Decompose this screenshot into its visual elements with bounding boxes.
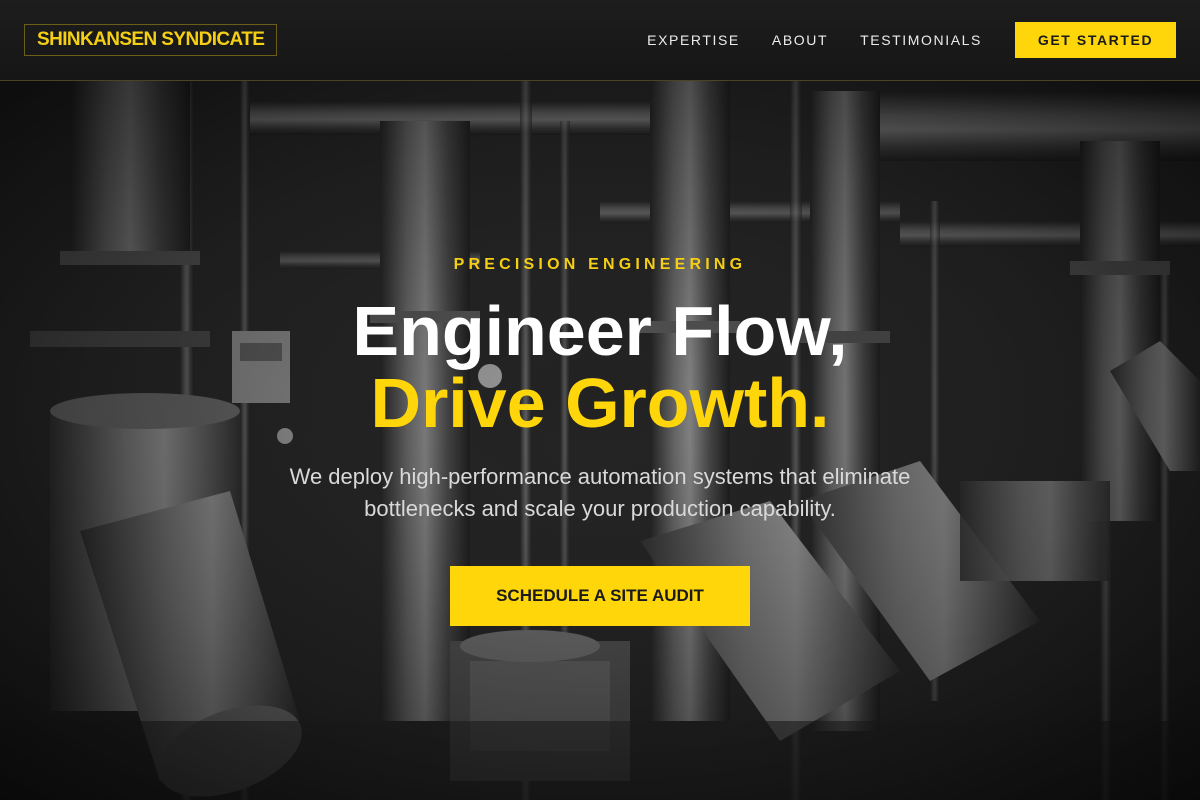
brand-logo[interactable]: SHINKANSEN SYNDICATE <box>24 24 278 56</box>
hero-headline-line2: Drive Growth. <box>370 364 830 442</box>
nav-link-expertise[interactable]: EXPERTISE <box>647 32 740 48</box>
schedule-site-audit-button[interactable]: SCHEDULE A SITE AUDIT <box>450 566 750 626</box>
hero-eyebrow: PRECISION ENGINEERING <box>453 256 747 273</box>
hero-section: PRECISION ENGINEERING Engineer Flow, Dri… <box>0 81 1200 800</box>
site-header: SHINKANSEN SYNDICATE EXPERTISE ABOUT TES… <box>0 0 1200 81</box>
nav-link-about[interactable]: ABOUT <box>772 32 828 48</box>
hero-content: PRECISION ENGINEERING Engineer Flow, Dri… <box>0 81 1200 800</box>
get-started-button[interactable]: GET STARTED <box>1015 22 1176 58</box>
nav-link-testimonials[interactable]: TESTIMONIALS <box>860 32 982 48</box>
hero-subtext: We deploy high-performance automation sy… <box>289 464 911 521</box>
hero-headline-line1: Engineer Flow, <box>352 292 848 370</box>
main-nav: EXPERTISE ABOUT TESTIMONIALS GET STARTED <box>647 22 1176 58</box>
